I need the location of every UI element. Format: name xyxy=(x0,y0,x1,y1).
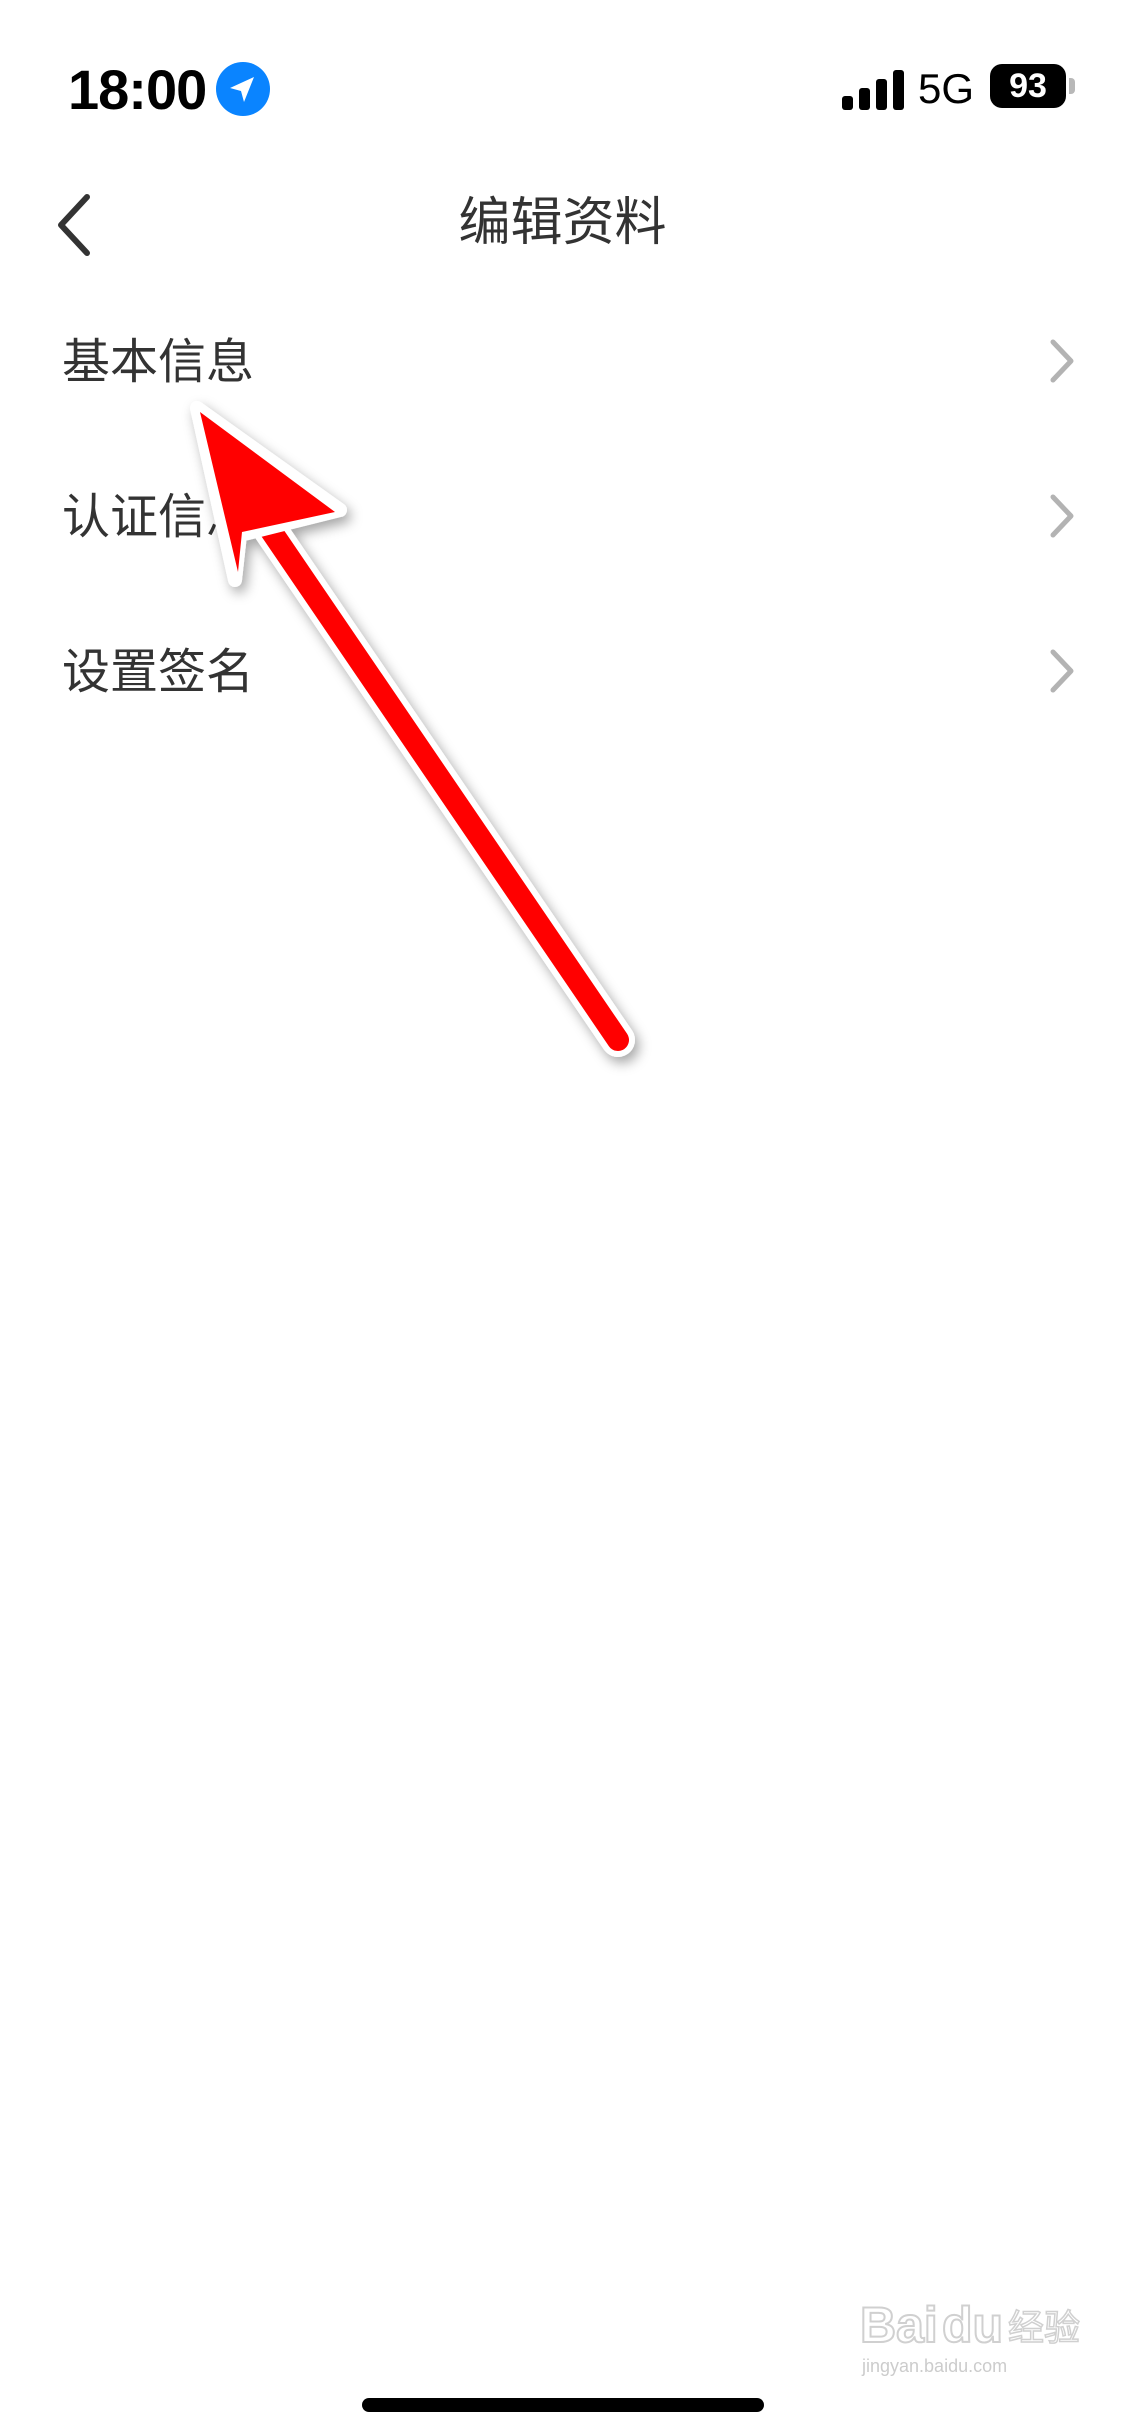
home-indicator[interactable] xyxy=(362,2398,764,2412)
battery-level: 93 xyxy=(1009,67,1047,105)
status-time: 18:00 xyxy=(68,58,207,121)
menu-item-set-signature[interactable]: 设置签名 xyxy=(0,600,1125,755)
menu-item-label: 认证信息 xyxy=(62,489,255,545)
baidu-jingyan-watermark: Bai du 经验 jingyan.baidu.com xyxy=(860,2296,1080,2376)
nav-bar: 编辑资料 xyxy=(0,170,1125,270)
battery-icon: 93 xyxy=(990,64,1066,108)
location-arrow-icon xyxy=(216,62,270,116)
menu-item-label: 基本信息 xyxy=(62,334,255,390)
menu-list: 基本信息 认证信息 设置签名 xyxy=(0,290,1125,755)
svg-text:Bai: Bai xyxy=(860,2297,938,2353)
svg-text:du: du xyxy=(942,2297,1003,2353)
status-bar: 18:00 5G 93 xyxy=(0,0,1125,170)
network-type: 5G xyxy=(918,65,975,112)
menu-item-basic-info[interactable]: 基本信息 xyxy=(0,290,1125,445)
chevron-right-icon xyxy=(1050,494,1074,538)
chevron-right-icon xyxy=(1050,339,1074,383)
menu-item-label: 设置签名 xyxy=(62,644,255,700)
menu-item-verification-info[interactable]: 认证信息 xyxy=(0,445,1125,600)
chevron-right-icon xyxy=(1050,649,1074,693)
battery-cap xyxy=(1069,78,1075,94)
svg-text:jingyan.baidu.com: jingyan.baidu.com xyxy=(861,2356,1007,2376)
cellular-signal-icon xyxy=(842,70,904,110)
svg-text:经验: 经验 xyxy=(1008,2308,1080,2349)
page-title: 编辑资料 xyxy=(458,193,667,253)
